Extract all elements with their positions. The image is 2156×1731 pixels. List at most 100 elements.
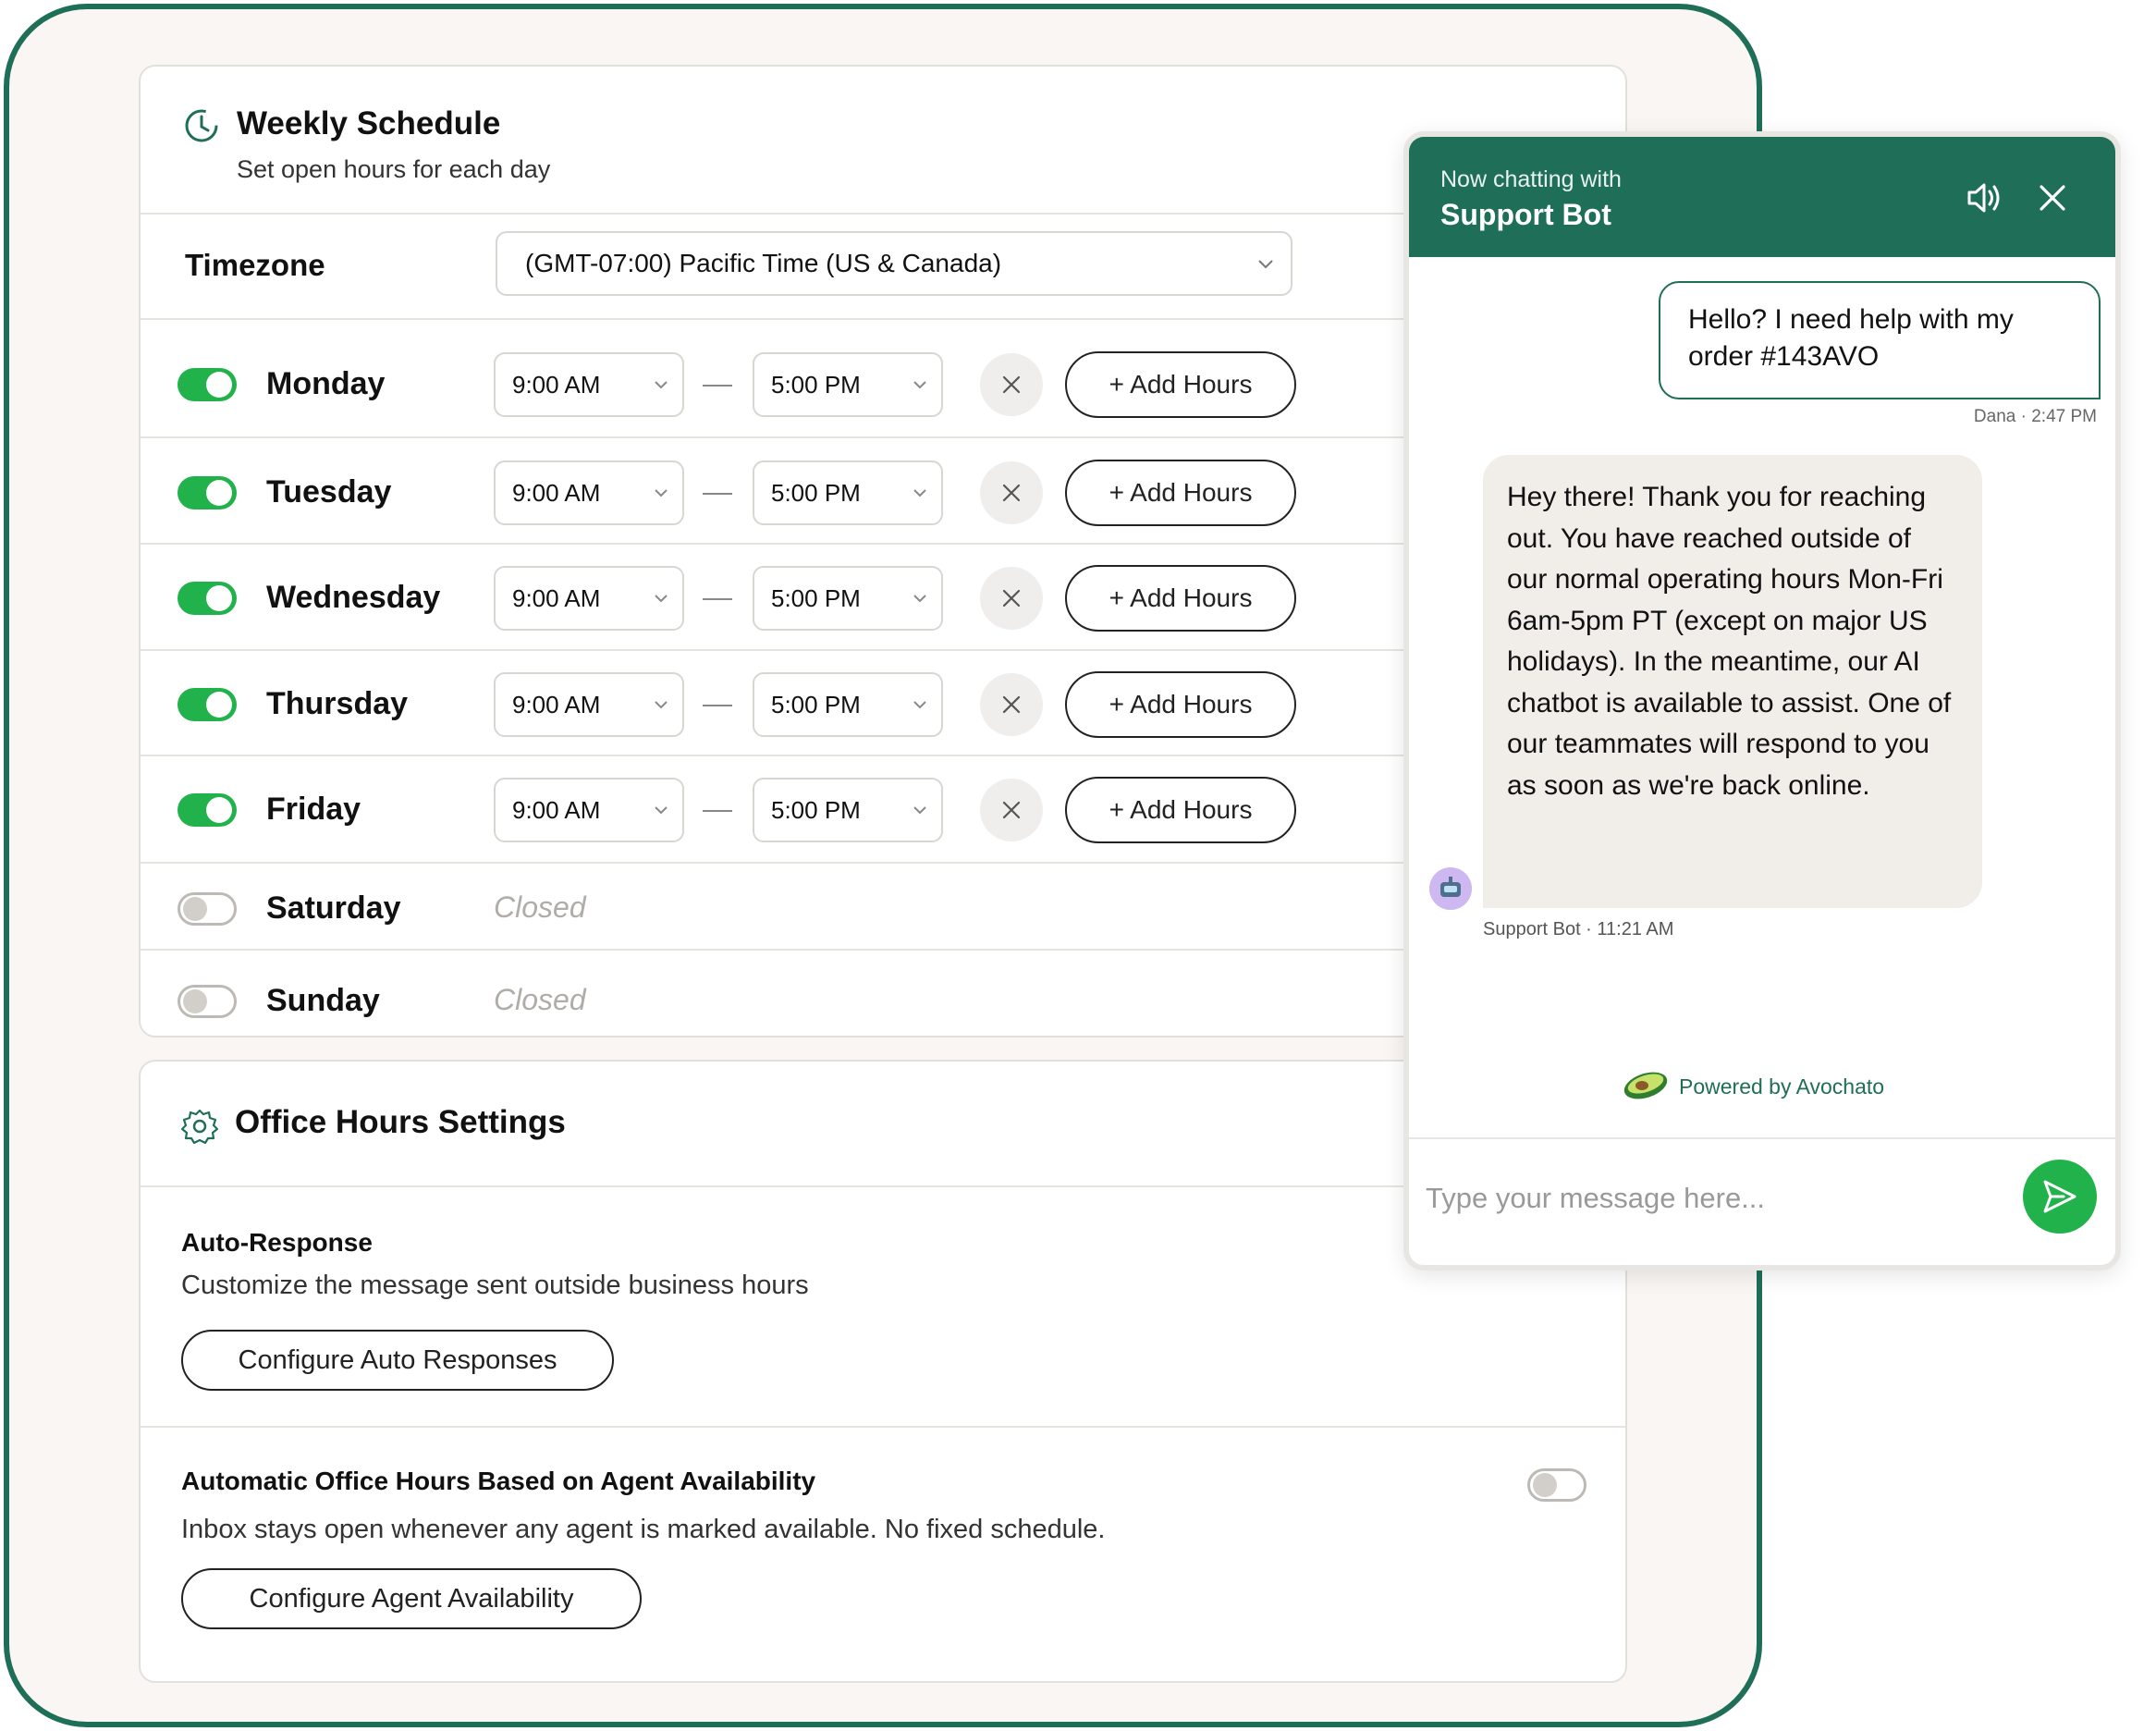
start-time-select[interactable]: 9:00 AM: [494, 566, 684, 631]
day-label: Thursday: [266, 686, 409, 721]
agent-availability-title: Automatic Office Hours Based on Agent Av…: [181, 1467, 816, 1495]
day-label: Sunday: [266, 983, 380, 1018]
day-toggle[interactable]: [178, 476, 237, 509]
toggle-knob: [206, 585, 232, 611]
remove-hours-button[interactable]: [980, 461, 1043, 524]
closed-label: Closed: [494, 890, 586, 924]
end-time-select[interactable]: 5:00 PM: [753, 778, 943, 842]
day-toggle[interactable]: [178, 892, 237, 926]
time-range-dash: [703, 598, 732, 600]
end-time-value: 5:00 PM: [771, 371, 861, 399]
close-icon: [1002, 375, 1021, 394]
remove-hours-button[interactable]: [980, 779, 1043, 841]
close-icon: [1002, 801, 1021, 819]
end-time-select[interactable]: 5:00 PM: [753, 460, 943, 525]
chat-pre-title: Now chatting with: [1440, 166, 1622, 192]
end-time-select[interactable]: 5:00 PM: [753, 566, 943, 631]
toggle-knob: [206, 372, 232, 398]
clock-icon: [185, 109, 218, 142]
day-toggle[interactable]: [178, 368, 237, 401]
schedule-title: Weekly Schedule: [237, 105, 501, 141]
toggle-knob: [183, 897, 207, 921]
remove-hours-button[interactable]: [980, 353, 1043, 416]
day-toggle[interactable]: [178, 793, 237, 827]
day-label: Friday: [266, 792, 361, 827]
start-time-select[interactable]: 9:00 AM: [494, 352, 684, 417]
avocado-icon: [1623, 1072, 1668, 1099]
start-time-select[interactable]: 9:00 AM: [494, 672, 684, 737]
time-range-dash: [703, 493, 732, 495]
schedule-subtitle: Set open hours for each day: [237, 155, 551, 183]
start-time-value: 9:00 AM: [512, 691, 601, 718]
start-time-select[interactable]: 9:00 AM: [494, 460, 684, 525]
divider: [1409, 1137, 2115, 1139]
add-hours-button[interactable]: + Add Hours: [1065, 460, 1296, 526]
start-time-value: 9:00 AM: [512, 371, 601, 399]
settings-title: Office Hours Settings: [235, 1104, 566, 1140]
time-range-dash: [703, 385, 732, 387]
agent-availability-description: Inbox stays open whenever any agent is m…: [181, 1515, 1106, 1544]
toggle-knob: [206, 480, 232, 506]
end-time-value: 5:00 PM: [771, 691, 861, 718]
send-icon: [2043, 1180, 2076, 1213]
day-toggle[interactable]: [178, 688, 237, 721]
chevron-down-icon: [913, 489, 926, 497]
timezone-label: Timezone: [185, 248, 325, 282]
add-hours-button[interactable]: + Add Hours: [1065, 351, 1296, 418]
time-range-dash: [703, 810, 732, 812]
end-time-value: 5:00 PM: [771, 796, 861, 824]
user-message-bubble: Hello? I need help with my order #143AVO: [1659, 281, 2101, 399]
chevron-down-icon: [655, 701, 668, 709]
configure-auto-responses-button[interactable]: Configure Auto Responses: [181, 1330, 614, 1391]
time-range-dash: [703, 705, 732, 706]
end-time-value: 5:00 PM: [771, 479, 861, 507]
add-hours-button[interactable]: + Add Hours: [1065, 671, 1296, 738]
close-icon: [1002, 695, 1021, 714]
start-time-value: 9:00 AM: [512, 796, 601, 824]
chevron-down-icon: [913, 595, 926, 603]
end-time-select[interactable]: 5:00 PM: [753, 672, 943, 737]
chevron-down-icon: [655, 489, 668, 497]
toggle-knob: [183, 989, 207, 1013]
add-hours-button[interactable]: + Add Hours: [1065, 777, 1296, 843]
auto-response-title: Auto-Response: [181, 1228, 373, 1257]
bot-message-bubble: Hey there! Thank you for reaching out. Y…: [1483, 455, 1982, 908]
chat-agent-name: Support Bot: [1440, 198, 1611, 231]
timezone-value: (GMT-07:00) Pacific Time (US & Canada): [525, 249, 1002, 277]
start-time-value: 9:00 AM: [512, 479, 601, 507]
chat-header: Now chatting with Support Bot: [1409, 137, 2115, 257]
add-hours-button[interactable]: + Add Hours: [1065, 565, 1296, 632]
close-icon[interactable]: [2032, 178, 2073, 218]
chevron-down-icon: [655, 381, 668, 389]
start-time-value: 9:00 AM: [512, 584, 601, 612]
send-button[interactable]: [2023, 1160, 2097, 1234]
bot-message-text: Hey there! Thank you for reaching out. Y…: [1507, 482, 1952, 801]
start-time-select[interactable]: 9:00 AM: [494, 778, 684, 842]
message-input[interactable]: [1426, 1161, 1980, 1235]
day-toggle[interactable]: [178, 582, 237, 615]
toggle-knob: [1533, 1473, 1557, 1497]
chevron-down-icon: [655, 806, 668, 815]
configure-agent-availability-button[interactable]: Configure Agent Availability: [181, 1568, 642, 1629]
end-time-select[interactable]: 5:00 PM: [753, 352, 943, 417]
remove-hours-button[interactable]: [980, 567, 1043, 630]
chevron-down-icon: [913, 701, 926, 709]
user-message-meta: Dana · 2:47 PM: [1973, 407, 2097, 426]
toggle-knob: [206, 797, 232, 823]
timezone-select[interactable]: (GMT-07:00) Pacific Time (US & Canada): [496, 231, 1292, 296]
speaker-icon[interactable]: [1964, 178, 2004, 218]
user-message-text: Hello? I need help with my order #143AVO: [1688, 304, 2014, 372]
bot-avatar-icon: [1429, 867, 1472, 910]
remove-hours-button[interactable]: [980, 673, 1043, 736]
bot-message-meta: Support Bot · 11:21 AM: [1483, 919, 1674, 939]
chevron-down-icon: [913, 381, 926, 389]
auto-response-description: Customize the message sent outside busin…: [181, 1271, 809, 1300]
chevron-down-icon: [913, 806, 926, 815]
day-label: Tuesday: [266, 474, 392, 509]
closed-label: Closed: [494, 983, 586, 1016]
agent-availability-toggle[interactable]: [1527, 1468, 1586, 1502]
day-toggle[interactable]: [178, 985, 237, 1018]
powered-by-text: Powered by Avochato: [1679, 1074, 1885, 1099]
day-label: Saturday: [266, 890, 401, 926]
chevron-down-icon: [1258, 260, 1273, 269]
